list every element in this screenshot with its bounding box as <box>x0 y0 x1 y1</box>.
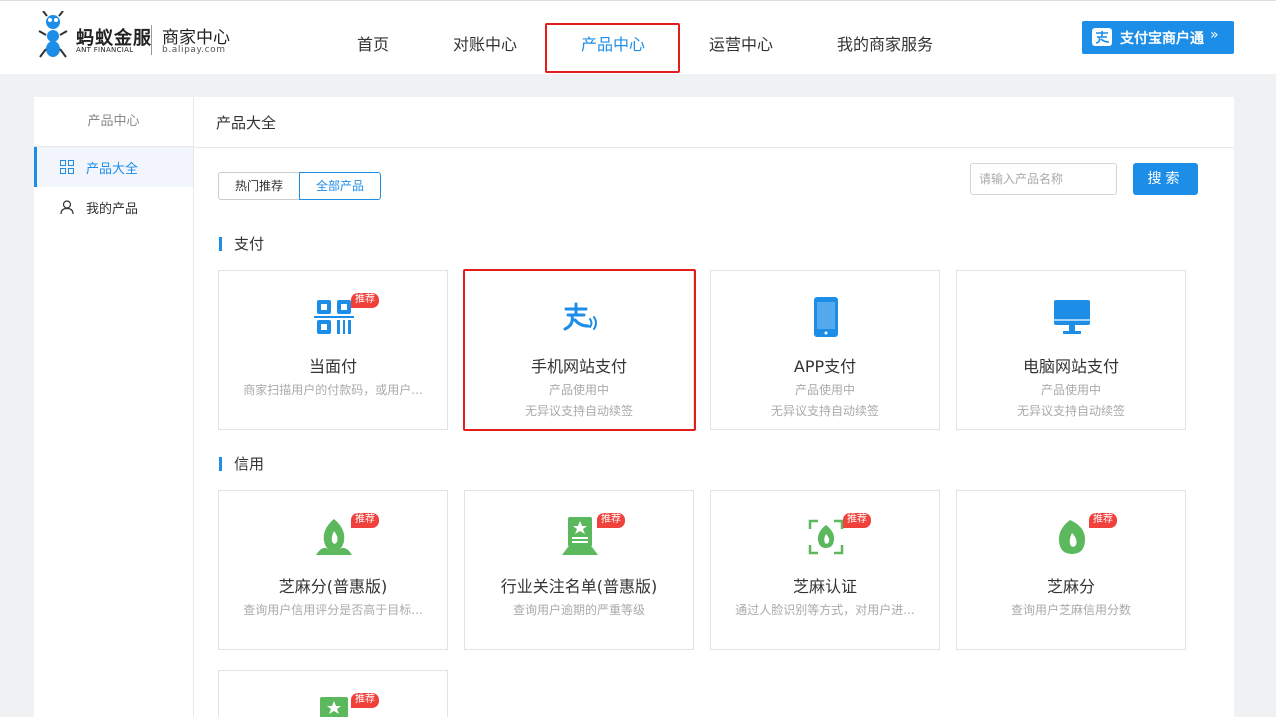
sidebar: 产品中心 产品大全 我的产品 <box>34 97 194 717</box>
product-card-partial[interactable]: 推荐 <box>218 670 448 717</box>
grid-icon <box>60 160 74 174</box>
tab-all-products[interactable]: 全部产品 <box>299 172 381 200</box>
qrcode-icon <box>314 300 354 334</box>
section-title-payment: 支付 <box>219 237 264 252</box>
recommend-badge: 推荐 <box>351 513 379 528</box>
sidebar-item-all-products[interactable]: 产品大全 <box>34 147 193 187</box>
logo-text-en: ANT FINANCIAL <box>76 46 134 54</box>
user-icon <box>60 200 74 214</box>
merchant-pass-button[interactable]: 支付宝商户通 » <box>1082 21 1234 54</box>
nav-home[interactable]: 首页 <box>357 31 389 55</box>
product-name: 行业关注名单(普惠版) <box>500 577 658 596</box>
search-button[interactable]: 搜索 <box>1133 163 1198 195</box>
phone-icon <box>814 297 838 337</box>
product-desc: 查询用户逾期的严重等级 <box>512 603 645 617</box>
nav-operations[interactable]: 运营中心 <box>709 31 773 55</box>
product-search-input[interactable]: 请输入产品名称 <box>970 163 1117 195</box>
product-desc: 查询用户信用评分是否高于目标... <box>243 603 423 617</box>
product-desc: 通过人脸识别等方式，对用户进... <box>735 603 915 617</box>
ant-financial-logo[interactable]: 蚂蚁金服 ANT FINANCIAL 商家中心 b.alipay.com <box>38 11 238 63</box>
product-name: 芝麻分 <box>1046 577 1095 596</box>
nav-reconciliation[interactable]: 对账中心 <box>453 31 517 55</box>
product-card-industry-watchlist[interactable]: 推荐 行业关注名单(普惠版) 查询用户逾期的严重等级 <box>464 490 694 650</box>
product-card-app-pay[interactable]: APP支付 产品使用中 无异议支持自动续签 <box>710 270 940 430</box>
face-scan-icon <box>808 519 844 555</box>
product-desc: 查询用户芝麻信用分数 <box>1010 603 1131 617</box>
recommend-badge: 推荐 <box>843 513 871 528</box>
section-title-credit: 信用 <box>219 457 264 472</box>
sidebar-item-my-products[interactable]: 我的产品 <box>34 187 193 227</box>
sidebar-title: 产品中心 <box>34 97 193 147</box>
recommend-badge: 推荐 <box>597 513 625 528</box>
sesame-icon <box>316 519 352 555</box>
certificate-icon <box>320 697 348 717</box>
monitor-icon <box>1054 300 1090 334</box>
recommend-badge: 推荐 <box>351 293 379 308</box>
top-header: 蚂蚁金服 ANT FINANCIAL 商家中心 b.alipay.com 首页 … <box>0 0 1276 74</box>
nav-highlight-box <box>545 23 680 73</box>
product-status: 产品使用中 <box>1040 383 1101 397</box>
product-name: 芝麻分(普惠版) <box>278 577 388 596</box>
product-name: 芝麻认证 <box>792 577 857 596</box>
merchant-pass-label: 支付宝商户通 <box>1120 31 1204 47</box>
product-card-sesame-verify[interactable]: 推荐 芝麻认证 通过人脸识别等方式，对用户进... <box>710 490 940 650</box>
logo-separator <box>151 25 152 55</box>
ant-logo-icon <box>38 11 68 58</box>
product-card-sesame-score[interactable]: 推荐 芝麻分 查询用户芝麻信用分数 <box>956 490 1186 650</box>
product-card-pc-web-pay[interactable]: 电脑网站支付 产品使用中 无异议支持自动续签 <box>956 270 1186 430</box>
card-highlight-box <box>463 269 696 431</box>
alipay-icon <box>1092 28 1112 46</box>
nav-merchant-services[interactable]: 我的商家服务 <box>837 31 933 55</box>
product-desc: 商家扫描用户的付款码，或用户... <box>243 383 423 397</box>
recommend-badge: 推荐 <box>351 693 379 708</box>
tab-hot-recommend[interactable]: 热门推荐 <box>218 172 300 200</box>
sesame-drop-icon <box>1058 520 1086 554</box>
product-name: 当面付 <box>308 357 357 376</box>
sidebar-item-label: 我的产品 <box>86 202 139 217</box>
page-title: 产品大全 <box>194 97 1234 148</box>
product-card-face-to-face[interactable]: 推荐 当面付 商家扫描用户的付款码，或用户... <box>218 270 448 430</box>
product-name: 电脑网站支付 <box>1022 357 1119 376</box>
sidebar-item-label: 产品大全 <box>86 162 139 177</box>
logo-subtitle-url: b.alipay.com <box>162 45 226 55</box>
product-status: 产品使用中 <box>794 383 855 397</box>
product-card-sesame-score-lite[interactable]: 推荐 芝麻分(普惠版) 查询用户信用评分是否高于目标... <box>218 490 448 650</box>
product-renewal-note: 无异议支持自动续签 <box>1016 404 1125 418</box>
product-name: APP支付 <box>793 357 857 376</box>
recommend-badge: 推荐 <box>1089 513 1117 528</box>
double-chevron-right-icon: » <box>1210 27 1219 43</box>
certificate-icon <box>562 517 598 555</box>
product-renewal-note: 无异议支持自动续签 <box>770 404 879 418</box>
